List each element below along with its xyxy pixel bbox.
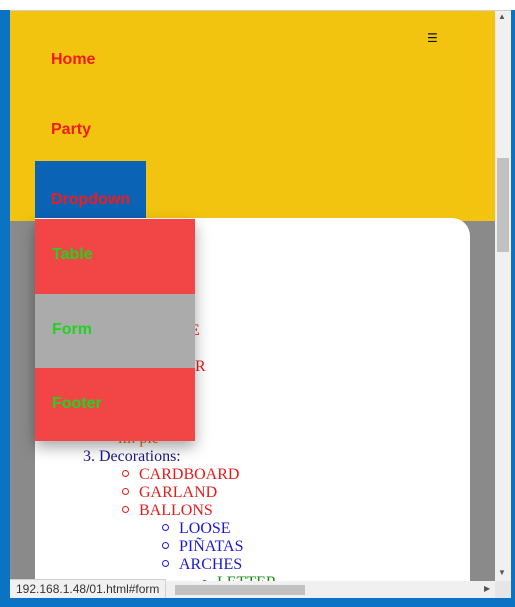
dropdown-item-form[interactable]: Form (35, 294, 195, 368)
window-left-edge (0, 10, 10, 607)
horizontal-scrollbar-thumb[interactable] (175, 585, 305, 595)
browser-window: Home Party Dropdown ☰ E R iii. pie 3. De… (0, 0, 515, 607)
menu-icon[interactable]: ☰ (427, 31, 438, 45)
list-item: BALLONS (122, 502, 213, 520)
window-right-edge (511, 10, 515, 607)
navbar: Home Party Dropdown ☰ (10, 11, 495, 221)
nav-dropdown-button[interactable]: Dropdown (35, 161, 146, 221)
list-item: ARCHES (162, 556, 242, 574)
list-item-partial: R (195, 358, 206, 375)
nav-party-link[interactable]: Party (51, 121, 91, 139)
dropdown-item-label: Form (52, 321, 92, 338)
nav-home-link[interactable]: Home (51, 51, 95, 69)
scrollbar-corner (495, 581, 511, 598)
dropdown-item-table[interactable]: Table (35, 219, 195, 294)
dropdown-menu: Table Form Footer (35, 219, 195, 441)
vertical-scrollbar-thumb[interactable] (497, 158, 509, 252)
scroll-down-arrow-icon[interactable]: ▼ (498, 568, 506, 577)
dropdown-item-footer[interactable]: Footer (35, 368, 195, 441)
status-bar-url: 192.168.1.48/01.html#form (10, 579, 167, 600)
window-bottom-edge (0, 598, 515, 607)
window-top-border (0, 0, 515, 11)
dropdown-item-label: Table (52, 246, 93, 263)
scroll-right-arrow-icon[interactable]: ▶ (484, 584, 490, 593)
dropdown-item-label: Footer (52, 395, 102, 412)
vertical-scrollbar[interactable] (495, 11, 511, 581)
scroll-up-arrow-icon[interactable]: ▲ (498, 12, 506, 21)
list-item: LOOSE (162, 520, 231, 538)
decorations-heading: 3. Decorations: (83, 448, 181, 465)
list-item: PIÑATAS (162, 538, 244, 556)
nav-dropdown-label: Dropdown (51, 191, 131, 208)
list-item: GARLAND (122, 484, 217, 502)
list-item: CARDBOARD (122, 466, 239, 484)
